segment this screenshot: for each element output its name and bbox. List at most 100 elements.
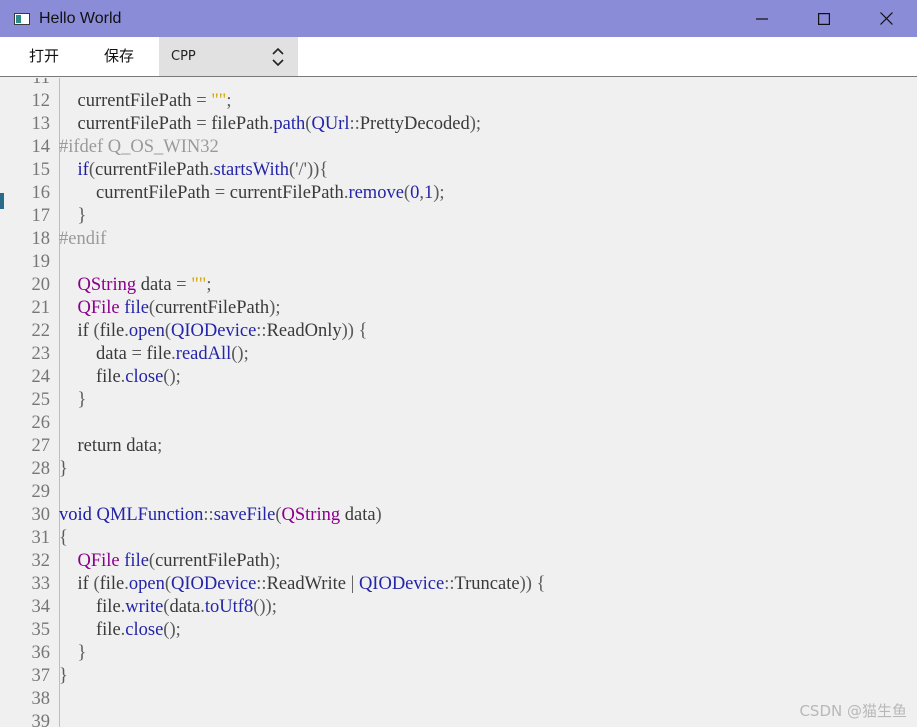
- code-token: ();: [163, 620, 181, 640]
- line-number: 15: [31, 160, 51, 180]
- language-select[interactable]: CPP: [159, 37, 298, 76]
- line-number: 36: [31, 643, 51, 663]
- app-window-icon: [14, 12, 30, 25]
- code-token: data: [136, 275, 177, 295]
- code-token: QUrl: [311, 114, 350, 134]
- code-token: }: [59, 666, 68, 686]
- code-token: currentFilePath: [59, 114, 197, 134]
- line-number: 18: [31, 229, 51, 249]
- window-controls: [731, 0, 917, 37]
- language-select-value: CPP: [171, 49, 196, 64]
- code-token: file: [59, 367, 121, 387]
- code-token: ();: [231, 344, 249, 364]
- code-line: 21 QFile file(currentFilePath);: [10, 297, 917, 320]
- line-number: 11: [32, 78, 50, 88]
- code-token: =: [196, 91, 212, 111]
- line-number: 38: [31, 689, 51, 709]
- code-token: file: [124, 298, 149, 318]
- title-bar: Hello World: [0, 0, 917, 37]
- code-line: 29: [10, 481, 917, 504]
- code-token: );: [433, 183, 445, 203]
- code-line: 22 if (file.open(QIODevice::ReadOnly)) {: [10, 320, 917, 343]
- code-line: 37}: [10, 665, 917, 688]
- code-line: 19: [10, 251, 917, 274]
- code-token: }: [59, 459, 68, 479]
- code-token: );: [269, 298, 281, 318]
- close-icon: [879, 12, 893, 25]
- line-number: 29: [31, 482, 51, 502]
- code-token: file: [146, 344, 172, 364]
- code-token: =: [176, 275, 192, 295]
- minimize-button[interactable]: [731, 0, 793, 37]
- code-token: "": [211, 91, 227, 111]
- code-token: |: [350, 574, 359, 594]
- code-token: PrettyDecoded: [359, 114, 470, 134]
- code-token: if: [77, 160, 89, 180]
- code-text: }: [59, 389, 87, 412]
- code-token: #ifdef Q_OS_WIN32: [59, 137, 219, 157]
- window-title: Hello World: [39, 9, 122, 27]
- code-token: =: [196, 114, 212, 134]
- code-token: file: [59, 597, 121, 617]
- code-token: }: [59, 390, 87, 410]
- code-line: 26: [10, 412, 917, 435]
- save-button[interactable]: 保存: [83, 37, 155, 76]
- code-token: return data: [59, 436, 158, 456]
- code-token: write: [125, 597, 164, 617]
- watermark: CSDN @猫生鱼: [799, 702, 907, 720]
- code-token: }: [59, 206, 87, 226]
- code-text: void QMLFunction::saveFile(QString data): [59, 504, 382, 527]
- code-token: open: [128, 574, 165, 594]
- code-token: data: [59, 344, 132, 364]
- code-line: 27 return data;: [10, 435, 917, 458]
- code-token: path: [273, 114, 306, 134]
- line-number: 27: [31, 436, 51, 456]
- code-token: filePath: [211, 114, 269, 134]
- code-line: 36 }: [10, 642, 917, 665]
- maximize-icon: [818, 12, 830, 25]
- code-token: readAll: [175, 344, 232, 364]
- code-line: 34 file.write(data.toUtf8());: [10, 596, 917, 619]
- maximize-button[interactable]: [793, 0, 855, 37]
- code-token: file: [99, 574, 125, 594]
- code-token: currentFilePath: [155, 298, 270, 318]
- code-line: 38: [10, 688, 917, 711]
- code-line: 31 {: [10, 527, 917, 550]
- code-token: saveFile: [213, 505, 276, 525]
- code-text: file.write(data.toUtf8());: [59, 596, 277, 619]
- code-line: 32 QFile file(currentFilePath);: [10, 550, 917, 573]
- code-token: );: [269, 551, 281, 571]
- code-token: open: [128, 321, 165, 341]
- line-number: 26: [31, 413, 51, 433]
- code-line: 39: [10, 711, 917, 727]
- code-token: file: [59, 620, 121, 640]
- code-text: currentFilePath = "";: [59, 90, 232, 113]
- open-button[interactable]: 打开: [8, 37, 80, 76]
- code-token: currentFilePath: [155, 551, 270, 571]
- code-token: file: [99, 321, 125, 341]
- code-token: currentFilePath: [229, 183, 344, 203]
- code-token: void: [59, 505, 92, 525]
- code-token: 1: [423, 183, 434, 203]
- code-token: ): [375, 505, 382, 525]
- code-text: }: [59, 458, 68, 481]
- close-button[interactable]: [855, 0, 917, 37]
- line-number: 34: [31, 597, 51, 617]
- code-line: 18 #endif: [10, 228, 917, 251]
- code-line: 33 if (file.open(QIODevice::ReadWrite | …: [10, 573, 917, 596]
- code-line: 14 #ifdef Q_OS_WIN32: [10, 136, 917, 159]
- code-line: 24 file.close();: [10, 366, 917, 389]
- code-token: currentFilePath: [59, 183, 215, 203]
- code-token: QString: [77, 275, 137, 295]
- line-number: 25: [31, 390, 51, 410]
- code-line: 13 currentFilePath = filePath.path(QUrl:…: [10, 113, 917, 136]
- code-editor[interactable]: 11 12 currentFilePath = ""; 13 currentFile…: [10, 78, 917, 727]
- code-token: #endif: [59, 229, 107, 249]
- code-text: }: [59, 642, 87, 665]
- code-text: QFile file(currentFilePath);: [59, 297, 281, 320]
- line-number: 16: [31, 183, 51, 203]
- code-token: ;: [157, 436, 163, 456]
